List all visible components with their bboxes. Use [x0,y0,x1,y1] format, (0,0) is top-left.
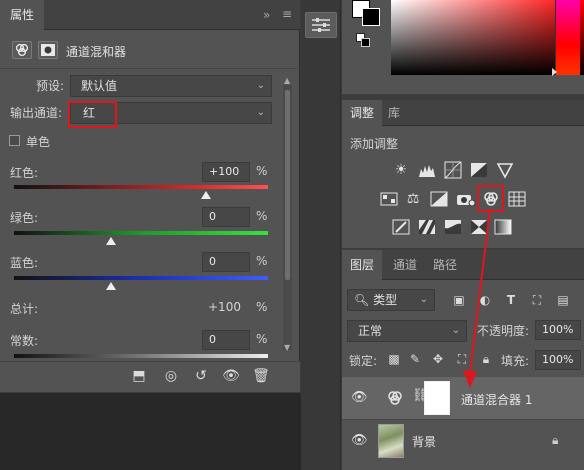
scroll-down-icon[interactable]: ▼ [284,343,290,352]
scroll-up-icon[interactable]: ▲ [284,76,290,85]
red-slider-thumb[interactable] [201,191,211,199]
mask-icon-button[interactable] [38,41,58,59]
blend-mode-value: 正常 [358,324,383,338]
lock-transparency-icon[interactable]: ▩ [387,352,401,366]
total-value: +100 [208,300,241,314]
view-previous-icon[interactable]: ◎ [160,365,182,387]
blue-slider-thumb[interactable] [106,282,116,290]
layer-name[interactable]: 通道混合器 1 [461,391,532,408]
tab-adjustments[interactable]: 调整 [342,100,382,126]
sliders-icon [312,18,330,32]
color-lookup-icon[interactable] [508,190,526,208]
background-layer-thumbnail[interactable] [378,424,404,458]
constant-label: 常数: [10,334,39,348]
chevron-down-icon: ⌄ [419,294,428,305]
hue-marker-icon [552,68,557,76]
tab-libraries[interactable]: 库 [388,100,400,126]
properties-tabbar [0,0,300,30]
invert-icon[interactable] [392,218,410,236]
constant-slider-track[interactable] [14,354,268,358]
color-balance-icon[interactable]: ⚖ [404,190,422,208]
mask-icon [41,44,55,56]
adjustment-icon-button[interactable] [12,41,32,59]
preset-label: 预设: [36,79,65,93]
panel-dock-strip [301,0,341,470]
reset-icon[interactable]: ↺ [190,365,212,387]
blend-mode-dropdown[interactable]: 正常 ⌄ [347,320,467,342]
hue-slider[interactable] [555,0,580,75]
scrollbar-thumb[interactable] [285,90,290,280]
preset-dropdown[interactable]: 默认值 ⌄ [70,75,272,97]
layer-visibility-eye-icon[interactable]: 👁︎ [351,433,368,448]
total-label: 总计: [10,302,39,316]
green-slider-track[interactable] [14,231,268,235]
red-value-field[interactable]: +100 [202,162,250,182]
tab-properties[interactable]: 属性 [0,0,44,30]
hue-saturation-icon[interactable] [380,190,398,208]
filter-shape-icon[interactable]: ⛶ [530,293,544,307]
tab-paths[interactable]: 路径 [433,250,457,280]
layer-filter-dropdown[interactable]: 🔍︎ 类型 ⌄ [347,289,435,311]
lock-position-move-icon[interactable]: ✥ [431,352,445,366]
red-percent: % [256,164,268,178]
highlight-box [68,101,117,128]
filter-smart-object-icon[interactable]: ▤ [556,293,570,307]
blue-percent: % [256,254,268,268]
posterize-icon[interactable] [418,218,436,236]
filter-type-icon[interactable]: T [504,293,518,307]
preset-value: 默认值 [81,79,118,93]
fill-label: 填充: [501,354,530,368]
tab-channels[interactable]: 通道 [393,250,417,280]
channel-mixer-small-icon [15,43,29,57]
layer-name[interactable]: 背景 [412,433,436,450]
channel-mixer-layer-icon [386,389,404,410]
brightness-icon[interactable]: ☀ [392,161,410,179]
search-icon: 🔍︎ [354,293,370,307]
empty-workspace [0,393,301,470]
layer-lock-icon: 🔒︎ [552,433,559,447]
fill-field[interactable]: 100% [535,350,581,370]
chevron-down-icon: ⌄ [451,325,460,336]
output-channel-label: 输出通道: [10,106,63,120]
blue-slider-label: 蓝色: [10,256,39,270]
black-white-icon[interactable] [430,190,448,208]
vibrance-icon[interactable] [496,161,514,179]
properties-title: 通道混和器 [66,45,127,59]
levels-icon[interactable] [418,161,436,179]
blue-value-field[interactable]: 0 [202,252,250,272]
red-slider-label: 红色: [10,166,39,180]
monochrome-checkbox[interactable] [9,135,20,146]
lock-pixels-brush-icon[interactable]: ✎ [408,352,422,366]
clip-to-layer-icon[interactable]: ⬒ [128,365,150,387]
default-colors-bg-icon [361,38,370,47]
collapse-panel-icon[interactable]: » [263,8,270,22]
green-slider-thumb[interactable] [106,237,116,245]
tab-layers[interactable]: 图层 [342,250,382,280]
properties-dock-button[interactable] [305,12,337,38]
blue-slider-track[interactable] [14,276,268,280]
filter-kind-value: 类型 [373,293,398,307]
annotation-arrow [463,208,491,388]
green-slider-label: 绿色: [10,211,39,225]
green-percent: % [256,209,268,223]
red-slider-track[interactable] [14,185,268,189]
constant-value-field[interactable]: 0 [202,330,250,350]
exposure-icon[interactable] [470,161,488,179]
chevron-down-icon: ⌄ [256,107,265,118]
curves-icon[interactable] [444,161,462,179]
total-percent: % [256,300,268,314]
delete-trash-icon[interactable]: 🗑 [250,365,272,387]
panel-menu-icon[interactable]: ≡ [282,7,292,21]
lock-label: 锁定: [349,354,378,368]
add-adjustment-label: 添加调整 [350,137,399,151]
monochrome-label: 单色 [26,135,51,149]
layer-mask-thumbnail[interactable] [424,381,450,415]
visibility-eye-icon[interactable]: 👁 [220,365,242,387]
layer-visibility-eye-icon[interactable]: 👁︎ [351,390,368,405]
green-value-field[interactable]: 0 [202,207,250,227]
chevron-down-icon: ⌄ [256,80,265,91]
opacity-field[interactable]: 100% [535,320,581,340]
constant-percent: % [256,332,268,346]
background-color-swatch[interactable] [362,8,380,26]
